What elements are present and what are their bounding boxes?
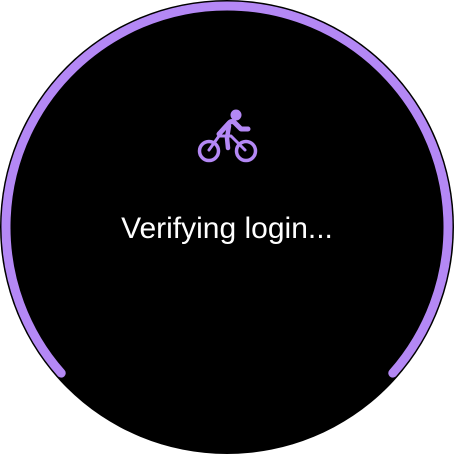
bicycle-icon [197, 109, 258, 163]
status-message: Verifying login... [121, 212, 333, 245]
watch-face: Verifying login... [0, 0, 454, 454]
watch-screen: Verifying login... [0, 0, 454, 454]
